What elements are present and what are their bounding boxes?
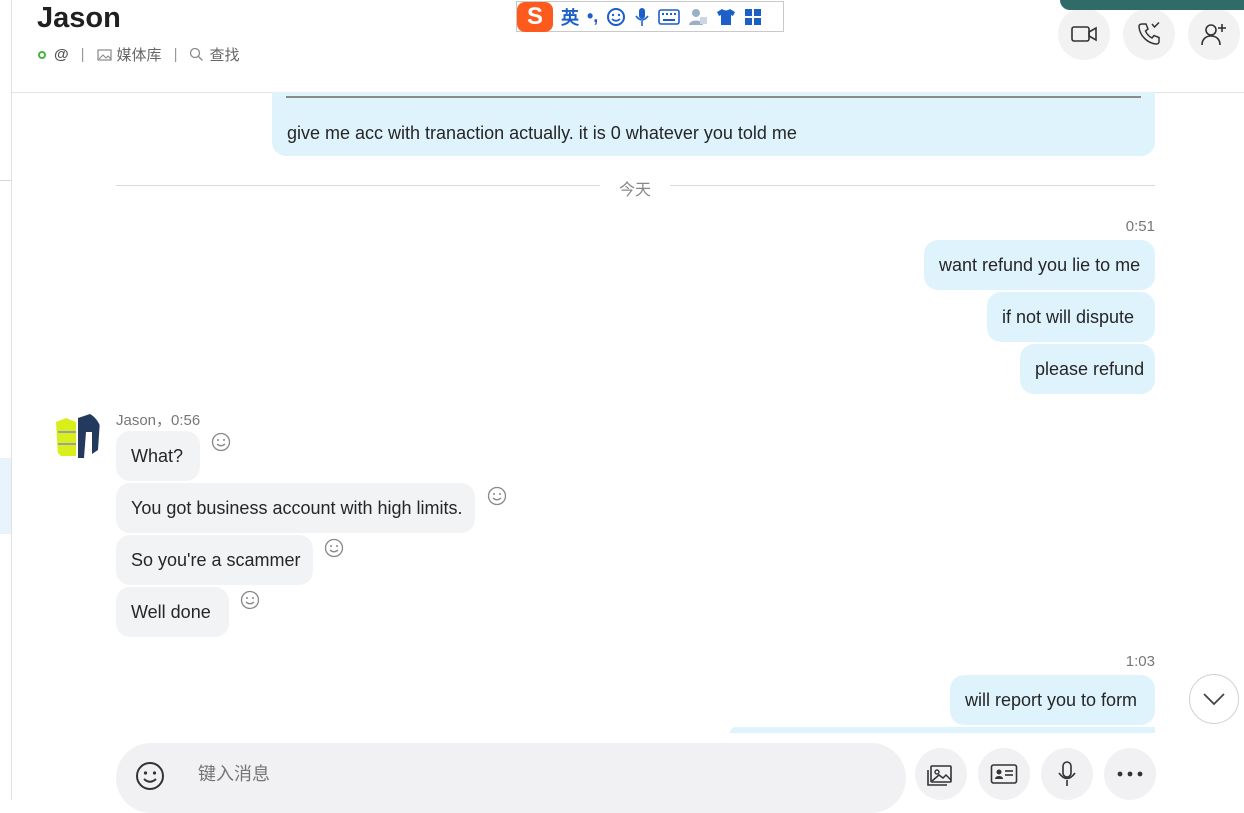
avatar-image bbox=[52, 410, 102, 462]
contact-name[interactable]: Jason bbox=[37, 2, 121, 35]
search-icon bbox=[190, 47, 204, 61]
message-input[interactable] bbox=[196, 763, 800, 786]
header-subbar: @ | 媒体库 | 查找 bbox=[38, 44, 239, 65]
ime-voice-icon[interactable] bbox=[634, 7, 650, 27]
message-bubble-incoming[interactable]: You got business account with high limit… bbox=[116, 483, 475, 533]
send-media-button[interactable] bbox=[915, 748, 967, 800]
chevron-down-icon bbox=[1203, 693, 1225, 706]
mention-link[interactable]: @ bbox=[54, 46, 69, 63]
add-reaction-icon[interactable] bbox=[487, 486, 507, 506]
media-gallery-icon bbox=[96, 48, 112, 61]
contact-card-icon bbox=[990, 764, 1018, 784]
scroll-to-bottom-button[interactable] bbox=[1189, 674, 1239, 724]
media-gallery-label: 媒体库 bbox=[116, 47, 162, 64]
send-contact-button[interactable] bbox=[978, 748, 1030, 800]
message-bubble-outgoing-partial bbox=[730, 727, 1155, 733]
day-divider-line bbox=[670, 185, 1155, 186]
message-text: please refund bbox=[1035, 358, 1145, 379]
audio-call-button[interactable] bbox=[1123, 8, 1175, 60]
divider: | bbox=[173, 46, 178, 63]
divider: | bbox=[80, 46, 85, 63]
emoji-icon[interactable] bbox=[133, 759, 167, 793]
message-bubble-incoming[interactable]: So you're a scammer bbox=[116, 535, 313, 585]
message-bubble-incoming[interactable]: Well done bbox=[116, 587, 229, 637]
message-text: if not will dispute bbox=[1002, 306, 1135, 327]
ime-punctuation-toggle[interactable]: •, bbox=[587, 6, 598, 27]
message-text: give me acc with tranaction actually. it… bbox=[287, 123, 797, 143]
sender-and-time: Jason，0:56 bbox=[116, 412, 201, 429]
video-call-button[interactable] bbox=[1058, 8, 1110, 60]
add-reaction-icon[interactable] bbox=[324, 538, 344, 558]
message-text: You got business account with high limit… bbox=[131, 497, 463, 518]
ime-toolbar[interactable]: S 英 •, bbox=[516, 1, 784, 32]
ime-user-icon[interactable] bbox=[688, 7, 708, 27]
microphone-icon bbox=[1058, 761, 1076, 786]
avatar[interactable] bbox=[52, 410, 102, 462]
more-icon bbox=[1117, 771, 1143, 777]
left-panel-selected-item[interactable] bbox=[0, 458, 11, 534]
ime-toolbox-icon[interactable] bbox=[744, 8, 762, 26]
search-link[interactable]: 查找 bbox=[189, 44, 239, 65]
message-bubble-outgoing[interactable]: give me acc with tranaction actually. it… bbox=[272, 92, 1155, 156]
ime-emoji-icon[interactable] bbox=[606, 7, 626, 27]
message-text: What? bbox=[131, 445, 184, 466]
ime-logo[interactable]: S bbox=[517, 1, 553, 32]
message-text: Well done bbox=[131, 601, 211, 622]
ime-language-toggle[interactable]: 英 bbox=[561, 4, 579, 30]
message-bubble-outgoing[interactable]: will report you to form bbox=[950, 675, 1155, 725]
video-call-icon bbox=[1071, 26, 1097, 42]
day-divider-line bbox=[116, 185, 600, 186]
add-reaction-icon[interactable] bbox=[211, 432, 231, 452]
phone-call-icon bbox=[1138, 21, 1160, 45]
message-bubble-outgoing[interactable]: want refund you lie to me bbox=[924, 240, 1155, 290]
online-status-icon bbox=[38, 50, 46, 59]
search-label: 查找 bbox=[209, 47, 240, 64]
add-person-icon bbox=[1201, 24, 1226, 46]
message-composer bbox=[116, 743, 906, 813]
voice-message-button[interactable] bbox=[1041, 748, 1093, 800]
message-time: 1:03 bbox=[1125, 653, 1155, 670]
day-divider-label: 今天 bbox=[618, 182, 651, 199]
add-reaction-icon[interactable] bbox=[240, 590, 260, 610]
left-panel-section bbox=[0, 0, 11, 181]
message-bubble-outgoing[interactable]: if not will dispute bbox=[987, 292, 1155, 342]
media-gallery-link[interactable]: 媒体库 bbox=[96, 44, 162, 65]
message-text: want refund you lie to me bbox=[939, 254, 1141, 275]
image-attach-icon bbox=[927, 765, 952, 786]
message-text: will report you to form bbox=[965, 689, 1138, 710]
ime-skin-icon[interactable] bbox=[716, 8, 736, 26]
message-bubble-incoming[interactable]: What? bbox=[116, 431, 200, 481]
message-text: So you're a scammer bbox=[131, 549, 301, 570]
message-time: 0:51 bbox=[1125, 218, 1155, 235]
window-overlay bbox=[1060, 0, 1244, 10]
message-bubble-outgoing[interactable]: please refund bbox=[1020, 344, 1155, 394]
add-participant-button[interactable] bbox=[1188, 8, 1240, 60]
quoted-rule bbox=[286, 96, 1141, 98]
ime-keyboard-icon[interactable] bbox=[658, 8, 681, 25]
more-options-button[interactable] bbox=[1104, 748, 1156, 800]
